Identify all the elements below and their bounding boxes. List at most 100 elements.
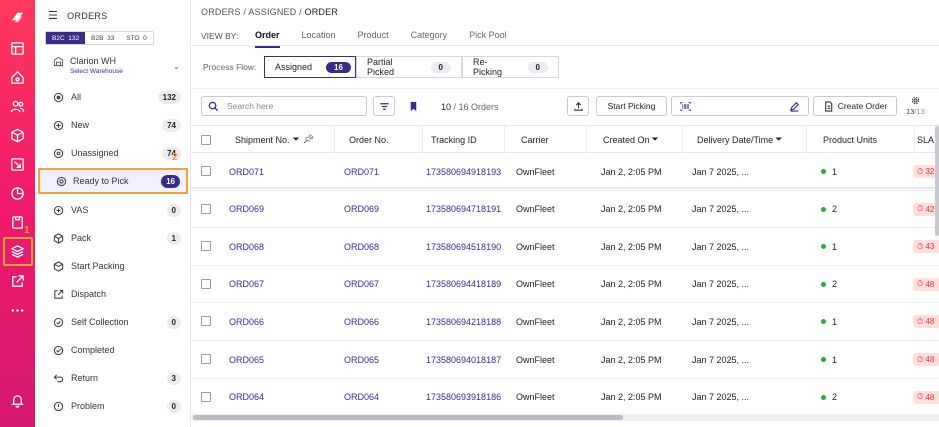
breadcrumb-assigned[interactable]: ASSIGNED: [248, 7, 296, 17]
order-no-link[interactable]: ORD069: [344, 191, 379, 228]
horizontal-scrollbar-thumb[interactable]: [193, 415, 623, 420]
created-on-cell: Jan 2, 2:05 PM: [601, 279, 662, 290]
row-checkbox[interactable]: [201, 166, 211, 176]
shipment-no-link[interactable]: ORD064: [229, 379, 264, 416]
segment-sto[interactable]: STO 0: [120, 32, 153, 44]
select-warehouse-link[interactable]: Select Warehouse: [70, 68, 123, 75]
sidebar-item-new[interactable]: New 74: [35, 112, 191, 138]
col-delivery-date[interactable]: Delivery Date/Time ⏷: [683, 126, 807, 153]
row-checkbox[interactable]: [201, 241, 211, 252]
shipment-no-link[interactable]: ORD068: [229, 228, 264, 265]
col-order-no[interactable]: Order No.: [335, 126, 423, 153]
sidebar-item-dispatch[interactable]: Dispatch: [35, 281, 191, 307]
pin-icon[interactable]: 📌︎: [303, 134, 314, 145]
tracking-id-link[interactable]: 173580694518190: [426, 228, 501, 265]
table-row[interactable]: ORD067 ORD067 173580694418189 OwnFleet Jan 2…: [191, 266, 939, 304]
bookmark-icon: [410, 101, 416, 111]
order-count: 10 / 16 Orders: [441, 102, 499, 112]
home-icon[interactable]: [7, 67, 27, 87]
select-all-checkbox[interactable]: [201, 135, 211, 145]
sidebar-item-vas[interactable]: VAS 0: [35, 197, 191, 223]
create-order-button[interactable]: Create Order: [813, 96, 897, 116]
sidebar-item-return[interactable]: Return 3: [35, 365, 191, 391]
sidebar-item-ready-to-pick[interactable]: Ready to Pick 16: [38, 168, 188, 194]
col-carrier[interactable]: Carrier: [505, 126, 587, 153]
more-icon[interactable]: [7, 300, 27, 320]
external-link-icon[interactable]: [7, 271, 27, 291]
tracking-id-link[interactable]: 173580694918193: [426, 153, 501, 190]
layers-icon[interactable]: [7, 241, 27, 261]
tracking-id-link[interactable]: 173580694718191: [426, 191, 501, 228]
segment-b2c[interactable]: B2C 132: [46, 32, 86, 44]
sidebar-item-completed[interactable]: Completed: [35, 337, 191, 363]
process-flow-assigned[interactable]: Assigned 16: [264, 56, 356, 78]
process-flow-re-picking[interactable]: Re-Picking 0: [462, 56, 559, 78]
order-no-link[interactable]: ORD068: [344, 228, 379, 265]
sidebar-item-pack[interactable]: Pack 1: [35, 225, 191, 251]
col-shipment-no[interactable]: Shipment No. ⏷ 📌︎: [219, 126, 335, 153]
col-created-on[interactable]: Created On ⏷: [587, 126, 683, 153]
sidebar-item-start-packing[interactable]: Start Packing: [35, 253, 191, 279]
column-settings[interactable]: 13/13: [906, 96, 925, 116]
tracking-id-link[interactable]: 173580694218188: [426, 303, 501, 340]
shipment-no-link[interactable]: ORD069: [229, 191, 264, 228]
bookmark-button[interactable]: [403, 96, 423, 116]
tracking-id-link[interactable]: 173580694418189: [426, 266, 501, 303]
search-input[interactable]: [227, 101, 357, 111]
order-no-link[interactable]: ORD071: [344, 153, 379, 190]
start-picking-button[interactable]: Start Picking: [596, 96, 667, 116]
box-icon[interactable]: [7, 125, 27, 145]
report-icon[interactable]: [7, 183, 27, 203]
shipment-no-link[interactable]: ORD067: [229, 266, 264, 303]
sidebar-item-problem[interactable]: Problem 0: [35, 393, 191, 419]
sort-down-icon: ⏷: [651, 134, 659, 144]
users-icon[interactable]: [7, 96, 27, 116]
menu-icon[interactable]: ☰: [48, 9, 58, 22]
tabs-divider: [191, 45, 939, 46]
vertical-scrollbar[interactable]: [935, 126, 939, 236]
order-no-link[interactable]: ORD065: [344, 341, 379, 378]
chevron-down-icon[interactable]: ⌄: [173, 62, 180, 71]
shipment-no-link[interactable]: ORD065: [229, 341, 264, 378]
dashboard-icon[interactable]: [7, 38, 27, 58]
col-tracking-id[interactable]: Tracking ID: [423, 126, 505, 153]
process-flow-partial-picked[interactable]: Partial Picked 0: [356, 56, 462, 78]
row-checkbox[interactable]: [201, 391, 211, 402]
filter-button[interactable]: [373, 96, 395, 116]
product-units-cell: 1: [821, 341, 837, 378]
order-no-link[interactable]: ORD067: [344, 266, 379, 303]
row-checkbox[interactable]: [201, 203, 211, 214]
table-row[interactable]: ORD068 ORD068 173580694518190 OwnFleet Jan 2…: [191, 228, 939, 266]
order-no-link[interactable]: ORD064: [344, 379, 379, 416]
table-row[interactable]: ORD066 ORD066 173580694218188 OwnFleet Jan 2…: [191, 303, 939, 341]
tracking-id-link[interactable]: 173580693918186: [426, 379, 501, 416]
breadcrumb-orders[interactable]: ORDERS: [201, 7, 241, 17]
row-checkbox[interactable]: [201, 354, 211, 364]
order-no-link[interactable]: ORD066: [344, 303, 379, 340]
transfer-icon[interactable]: [7, 154, 27, 174]
warehouse-selector[interactable]: Clarion WH Select Warehouse: [53, 56, 123, 75]
row-checkbox[interactable]: [201, 278, 211, 289]
row-checkbox[interactable]: [201, 316, 211, 327]
table-row[interactable]: ORD071 ORD071 173580694918193 OwnFleet Jan 2…: [191, 153, 939, 191]
table-row[interactable]: ORD065 ORD065 173580694018187 OwnFleet Jan 2…: [191, 341, 939, 379]
barcode-scan-field[interactable]: [671, 96, 809, 116]
sidebar-item-all[interactable]: All 132: [35, 84, 191, 110]
gear-icon: [911, 96, 920, 105]
shipment-no-link[interactable]: ORD071: [229, 153, 264, 190]
sidebar-item-self-collection[interactable]: Self Collection 0: [35, 309, 191, 335]
table-row[interactable]: ORD069 ORD069 173580694718191 OwnFleet Jan 2…: [191, 191, 939, 229]
timer-icon: ⏱︎: [917, 392, 924, 402]
upload-button[interactable]: [567, 96, 589, 116]
sidebar-header: ☰ ORDERS: [48, 9, 107, 22]
sidebar-item-unassigned[interactable]: Unassigned 74: [35, 140, 191, 166]
table-row[interactable]: ORD064 ORD064 173580693918186 OwnFleet Jan 2…: [191, 379, 939, 417]
segment-b2b[interactable]: B2B 33: [85, 32, 120, 44]
col-product-units[interactable]: Product Units: [807, 126, 915, 153]
tracking-id-link[interactable]: 173580694018187: [426, 341, 501, 378]
logo-icon[interactable]: [7, 6, 27, 26]
shipment-no-link[interactable]: ORD066: [229, 303, 264, 340]
product-units-cell: 1: [821, 303, 837, 340]
bell-icon[interactable]: [7, 390, 27, 410]
packing-icon: [52, 260, 64, 272]
